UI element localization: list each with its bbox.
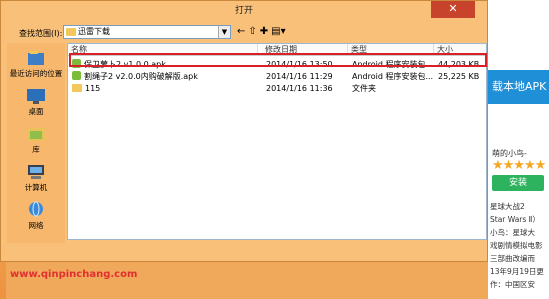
toolbar: ← ⇧ ✚ ▤▾ (237, 26, 286, 37)
watermark: www.qinpinchang.com (10, 269, 138, 280)
desc-line: 戏剧情模拟电影 (490, 241, 543, 250)
view-menu-icon[interactable]: ▤▾ (271, 26, 285, 37)
local-apk-banner[interactable]: 载本地APK (488, 70, 549, 104)
folder-icon (66, 28, 76, 36)
file-row[interactable]: 割绳子2 v2.0.0内购破解版.apk 2014/1/16 11:29 And… (68, 71, 486, 82)
install-button[interactable]: 安装 (492, 175, 544, 191)
apk-file-icon (72, 71, 81, 80)
desc-line: 作：中国区安 (490, 280, 535, 289)
file-type: 文件夹 (352, 84, 376, 93)
open-file-dialog: 打开 ✕ 查找范围(I): 迅雷下载 ▼ ← ⇧ ✚ ▤▾ 最近访问的位置 桌面… (0, 0, 488, 262)
back-icon[interactable]: ← (237, 26, 245, 37)
look-in-label: 查找范围(I): (19, 29, 63, 38)
desc-line: 星球大战2 (490, 202, 525, 211)
new-folder-icon[interactable]: ✚ (260, 26, 268, 37)
folder-icon (72, 84, 82, 92)
desc-line: 13年9月19日更 (490, 267, 544, 276)
game-description: 星球大战2 Star Wars Ⅱ） 小鸟：星球大 戏剧情模拟电影 三部曲改编而… (490, 200, 549, 291)
place-label: 计算机 (24, 183, 48, 192)
place-network[interactable]: 网络 (7, 201, 65, 230)
up-folder-icon[interactable]: ⇧ (248, 26, 256, 37)
places-bar: 最近访问的位置 桌面 库 计算机 网络 (7, 43, 65, 243)
file-list: 名称 修改日期 类型 大小 保卫萝卜2 v1.0.0.apk 2014/1/16… (67, 43, 487, 240)
desc-line: Star Wars Ⅱ） (490, 215, 540, 224)
place-label: 库 (32, 145, 40, 154)
file-name: 115 (85, 84, 101, 93)
file-type: Android 程序安装包... (352, 72, 434, 81)
desc-line: 小鸟：星球大 (490, 228, 535, 237)
place-label: 桌面 (28, 107, 44, 116)
place-label: 网络 (28, 221, 44, 230)
network-icon (29, 201, 43, 217)
computer-icon (28, 165, 44, 179)
file-size: 25,225 KB (438, 72, 480, 81)
look-in-combo[interactable]: 迅雷下载 ▼ (63, 25, 231, 39)
place-label: 最近访问的位置 (9, 69, 63, 78)
place-libraries[interactable]: 库 (7, 125, 65, 154)
file-name: 割绳子2 v2.0.0内购破解版.apk (84, 72, 198, 81)
selection-highlight (69, 53, 487, 67)
file-row[interactable]: 115 2014/1/16 11:36 文件夹 (68, 83, 486, 94)
place-computer[interactable]: 计算机 (7, 163, 65, 192)
rating-stars: ★★★★★ (492, 158, 546, 173)
dialog-title: 打开 (234, 6, 253, 16)
file-date: 2014/1/16 11:29 (266, 72, 333, 81)
place-desktop[interactable]: 桌面 (7, 87, 65, 116)
file-date: 2014/1/16 11:36 (266, 84, 333, 93)
libraries-icon (27, 128, 45, 141)
recent-places-icon (28, 51, 44, 65)
close-button[interactable]: ✕ (431, 1, 475, 18)
place-recent[interactable]: 最近访问的位置 (7, 49, 65, 78)
desktop-icon (27, 89, 45, 104)
current-folder: 迅雷下载 (78, 27, 110, 36)
chevron-down-icon[interactable]: ▼ (218, 26, 230, 38)
desc-line: 三部曲改编而 (490, 254, 535, 263)
